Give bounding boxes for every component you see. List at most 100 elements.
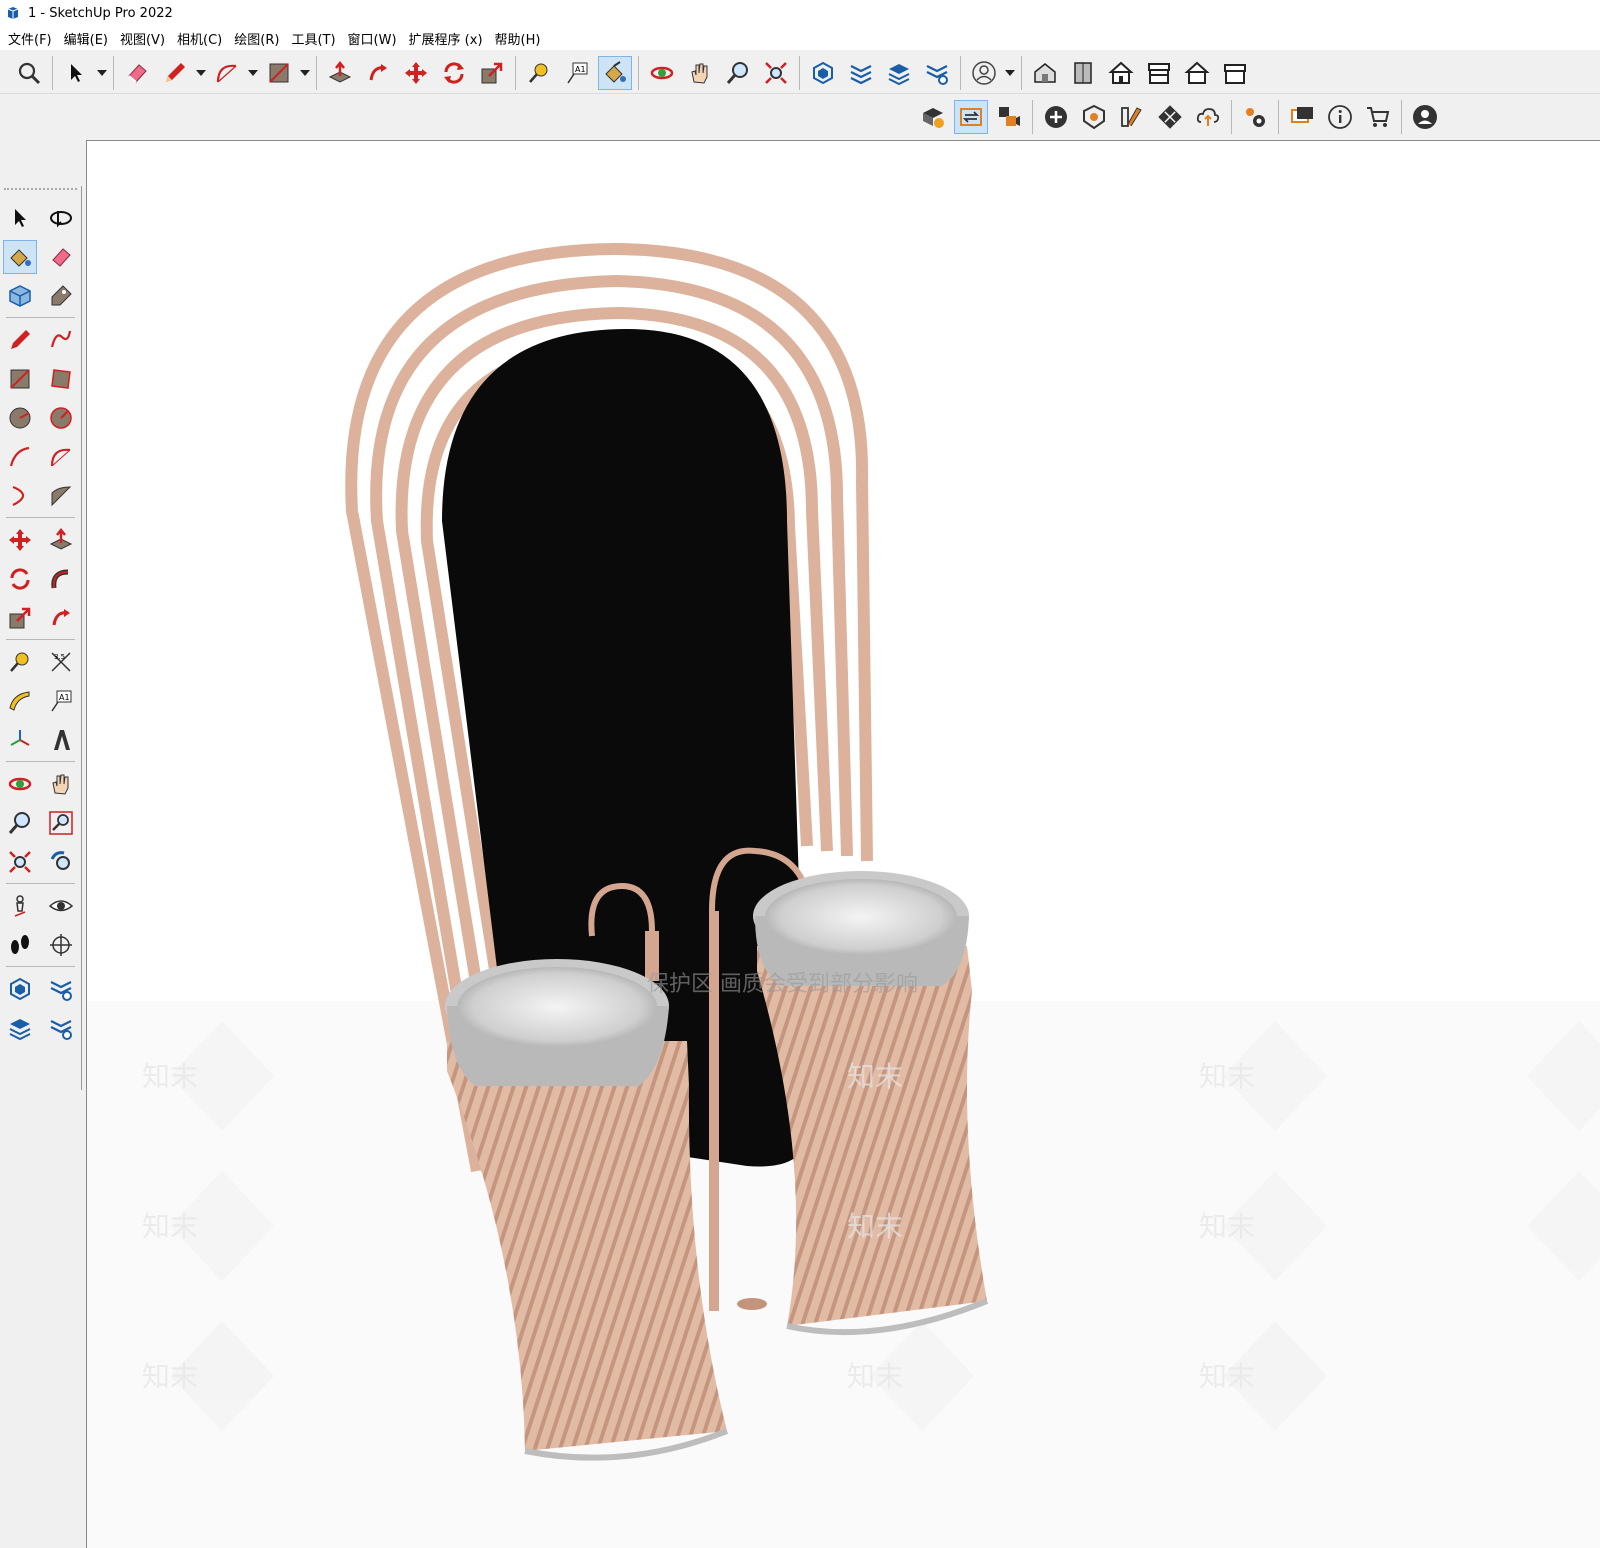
scale-tool[interactable]: [3, 601, 37, 635]
orbit-select-tool[interactable]: [44, 201, 78, 235]
cloud-button[interactable]: [1191, 100, 1225, 134]
layer-tool[interactable]: [3, 1011, 37, 1045]
move-tool[interactable]: [3, 523, 37, 557]
pie-tool[interactable]: [44, 479, 78, 513]
account-button[interactable]: [967, 56, 1001, 90]
warehouse-button[interactable]: [806, 56, 840, 90]
settings-tool[interactable]: [44, 1011, 78, 1045]
style-button[interactable]: [1077, 100, 1111, 134]
pencil-dropdown[interactable]: [194, 56, 208, 90]
account-dropdown[interactable]: [1003, 56, 1017, 90]
rotate-tool[interactable]: [3, 562, 37, 596]
three-point-arc-tool[interactable]: [3, 479, 37, 513]
text-tool[interactable]: A1: [44, 684, 78, 718]
tag-tool[interactable]: [44, 279, 78, 313]
3d-text-tool[interactable]: [44, 723, 78, 757]
user-button[interactable]: [1408, 100, 1442, 134]
iso-view-button[interactable]: [1028, 56, 1062, 90]
left-view-button[interactable]: [1218, 56, 1252, 90]
move-button[interactable]: [399, 56, 433, 90]
polygon-tool[interactable]: [44, 401, 78, 435]
follow-me-tool[interactable]: [44, 562, 78, 596]
chat-button[interactable]: [1285, 100, 1319, 134]
push-pull-button[interactable]: [323, 56, 357, 90]
scale-button[interactable]: [475, 56, 509, 90]
offset-tool[interactable]: [44, 601, 78, 635]
paint-bucket-button[interactable]: [598, 56, 632, 90]
eraser-button[interactable]: [120, 56, 154, 90]
checker-button[interactable]: [1153, 100, 1187, 134]
front-view-button[interactable]: [1104, 56, 1138, 90]
zoom-extents-button[interactable]: [759, 56, 793, 90]
pan-button[interactable]: [683, 56, 717, 90]
line-tool[interactable]: [3, 323, 37, 357]
protractor-tool[interactable]: [3, 684, 37, 718]
zoom-button[interactable]: [12, 56, 46, 90]
section-plane-tool[interactable]: [44, 928, 78, 962]
rectangle-dropdown[interactable]: [298, 56, 312, 90]
top-view-button[interactable]: [1066, 56, 1100, 90]
select-tool[interactable]: [3, 201, 37, 235]
back-view-button[interactable]: [1180, 56, 1214, 90]
rotate-button[interactable]: [437, 56, 471, 90]
push-pull-tool[interactable]: [44, 523, 78, 557]
extension-warehouse-button[interactable]: [844, 56, 878, 90]
materials-button[interactable]: [1115, 100, 1149, 134]
arc-dropdown[interactable]: [246, 56, 260, 90]
orbit-tool[interactable]: [3, 767, 37, 801]
eraser-tool[interactable]: [44, 240, 78, 274]
arc-button[interactable]: [210, 56, 244, 90]
axes-tool[interactable]: [3, 723, 37, 757]
walk-tool[interactable]: [3, 928, 37, 962]
menu-extensions[interactable]: 扩展程序 (x): [405, 29, 491, 48]
look-around-tool[interactable]: [44, 889, 78, 923]
zoom-tool[interactable]: [3, 806, 37, 840]
menu-view[interactable]: 视图(V): [116, 29, 173, 48]
component-tool[interactable]: [3, 279, 37, 313]
pencil-button[interactable]: [158, 56, 192, 90]
menu-edit[interactable]: 编辑(E): [60, 29, 116, 48]
zoom-window-tool[interactable]: [44, 806, 78, 840]
menu-camera[interactable]: 相机(C): [173, 29, 230, 48]
tape-measure-button[interactable]: [522, 56, 556, 90]
right-view-button[interactable]: [1142, 56, 1176, 90]
select-button[interactable]: [59, 56, 93, 90]
rectangle-tool[interactable]: [3, 362, 37, 396]
layer-button[interactable]: [882, 56, 916, 90]
cart-button[interactable]: [1361, 100, 1395, 134]
video-button[interactable]: [992, 100, 1026, 134]
gears-button[interactable]: [1238, 100, 1272, 134]
rectangle-button[interactable]: [262, 56, 296, 90]
dimension-tool[interactable]: 3.5: [44, 645, 78, 679]
arc-tool[interactable]: [3, 440, 37, 474]
rotated-rectangle-tool[interactable]: [44, 362, 78, 396]
settings-button[interactable]: [920, 56, 954, 90]
previous-view-tool[interactable]: [44, 845, 78, 879]
info-button[interactable]: [1323, 100, 1357, 134]
section-button[interactable]: [916, 100, 950, 134]
menu-tools[interactable]: 工具(T): [287, 29, 343, 48]
pan-tool[interactable]: [44, 767, 78, 801]
circle-tool[interactable]: [3, 401, 37, 435]
extension-tool[interactable]: [44, 972, 78, 1006]
menu-draw[interactable]: 绘图(R): [230, 29, 287, 48]
menu-file[interactable]: 文件(F): [4, 29, 60, 48]
select-dropdown[interactable]: [95, 56, 109, 90]
freehand-tool[interactable]: [44, 323, 78, 357]
zoom-tool-button[interactable]: [721, 56, 755, 90]
add-button[interactable]: [1039, 100, 1073, 134]
zoom-extents-tool[interactable]: [3, 845, 37, 879]
tape-measure-tool[interactable]: [3, 645, 37, 679]
paint-bucket-tool[interactable]: [3, 239, 38, 274]
warehouse-tool[interactable]: [3, 972, 37, 1006]
orbit-button[interactable]: [645, 56, 679, 90]
text-button[interactable]: A1: [560, 56, 594, 90]
menu-help[interactable]: 帮助(H): [491, 29, 549, 48]
position-camera-tool[interactable]: [3, 889, 37, 923]
follow-me-button[interactable]: [361, 56, 395, 90]
menu-window[interactable]: 窗口(W): [344, 29, 405, 48]
toolbar-grip[interactable]: [4, 188, 77, 196]
transfer-button[interactable]: [954, 100, 988, 134]
model-viewport[interactable]: 知末 知末 知末 知末 知末 知末 知末 知末 知末 保护区 画质会受到部分影响: [86, 140, 1600, 1548]
two-point-arc-tool[interactable]: [44, 440, 78, 474]
